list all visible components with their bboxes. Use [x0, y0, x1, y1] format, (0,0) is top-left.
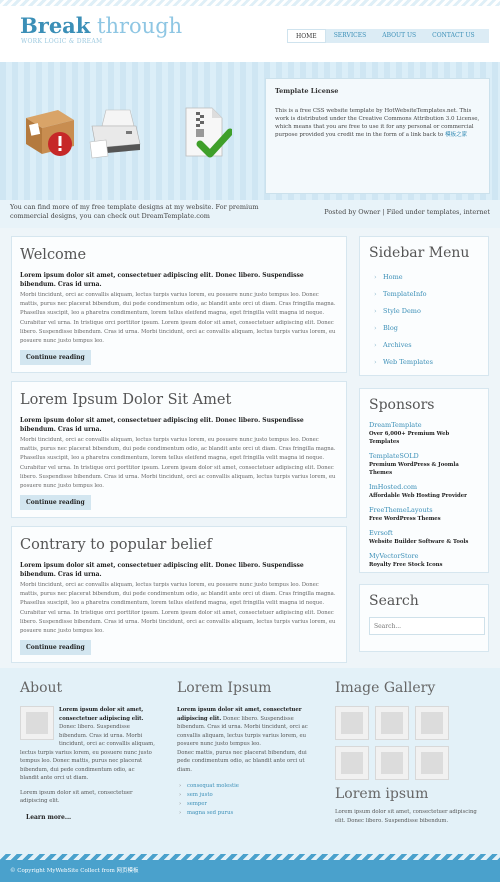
license-text: This is a free CSS website template by H…	[275, 107, 480, 139]
sponsor-link[interactable]: ImHosted.com	[369, 483, 479, 492]
sponsors-box: Sponsors DreamTemplate Over 6,000+ Premi…	[359, 388, 489, 573]
footer: About Lorem ipsum dolor sit amet, consec…	[0, 668, 500, 854]
sponsor-link[interactable]: DreamTemplate	[369, 421, 479, 430]
license-box: Template License This is a free CSS webs…	[265, 78, 490, 194]
banner: Template License This is a free CSS webs…	[0, 62, 500, 200]
footer-links: consequat molestie sem justo semper magn…	[177, 782, 317, 818]
footer-gallery-title: Image Gallery	[335, 680, 436, 696]
sponsor-link[interactable]: FreeThemeLayouts	[369, 506, 479, 515]
post-lead: Lorem ipsum dolor sit amet, consectetuer…	[20, 272, 304, 288]
post-title: Contrary to popular belief	[20, 537, 213, 553]
sponsor-desc: Website Builder Software & Tools	[369, 539, 469, 545]
gallery-thumbnail[interactable]	[415, 746, 449, 780]
sidebar-item-blog[interactable]: Blog	[369, 320, 479, 337]
sidebar-item-style-demo[interactable]: Style Demo	[369, 303, 479, 320]
post-lead: Lorem ipsum dolor sit amet, consectetuer…	[20, 562, 304, 578]
sidebar-item-web-templates[interactable]: Web Templates	[369, 354, 479, 371]
logo-part2: through	[90, 14, 183, 38]
gallery-thumbnail[interactable]	[375, 706, 409, 740]
info-bar: You can find more of my free template de…	[0, 200, 500, 228]
sponsor-desc: Over 6,000+ Premium Web Templates	[369, 431, 450, 445]
zip-file-check-icon	[185, 107, 232, 158]
post-body: Morbi tincidunt, orci ac convallis aliqu…	[20, 582, 336, 635]
logo-part1: Break	[20, 13, 91, 38]
footer-link[interactable]: consequat molestie	[177, 782, 317, 791]
search-box: Search	[359, 584, 489, 652]
gallery-grid	[335, 706, 457, 780]
continue-reading-button[interactable]: Continue reading	[20, 640, 91, 656]
post-body: Morbi tincidunt, orci ac convallis aliqu…	[20, 292, 336, 345]
footer-lorem-text: Lorem ipsum dolor sit amet, consectetuer…	[177, 706, 317, 749]
copyright: © Copyright MyWebSite Collect from 网页模板	[10, 868, 139, 874]
footer-link[interactable]: sem justo	[177, 791, 317, 800]
post-lead: Lorem ipsum dolor sit amet, consectetuer…	[20, 417, 304, 433]
post-title: Lorem Ipsum Dolor Sit Amet	[20, 392, 232, 408]
post-welcome: Welcome Lorem ipsum dolor sit amet, cons…	[11, 236, 347, 373]
learn-more-button[interactable]: Learn more...	[20, 809, 78, 825]
sidebar-item-home[interactable]: Home	[369, 269, 479, 286]
sidebar-item-archives[interactable]: Archives	[369, 337, 479, 354]
continue-reading-button[interactable]: Continue reading	[20, 495, 91, 511]
footer-about-lead: Lorem ipsum dolor sit amet, consectetuer…	[59, 707, 144, 722]
nav-contact-us[interactable]: CONTACT US	[424, 29, 482, 43]
footer-about: About Lorem ipsum dolor sit amet, consec…	[20, 680, 155, 825]
site-logo[interactable]: Break through	[20, 13, 183, 39]
zigzag-border	[0, 854, 500, 860]
sponsor-link[interactable]: MyVectorStore	[369, 552, 479, 561]
sidebar-menu-title: Sidebar Menu	[369, 245, 470, 261]
sidebar-menu: Sidebar Menu Home TemplateInfo Style Dem…	[359, 236, 489, 376]
license-link[interactable]: 模板之家	[445, 132, 467, 138]
footer-lorem-ipsum: Lorem Ipsum Lorem ipsum dolor sit amet, …	[177, 680, 317, 818]
sponsor-link[interactable]: Evrsoft	[369, 529, 479, 538]
footer-about-title: About	[20, 680, 63, 696]
about-thumbnail	[20, 706, 54, 740]
sidebar-item-templateinfo[interactable]: TemplateInfo	[369, 286, 479, 303]
header: Break through WORK LOGIC & DREAM HOME SE…	[0, 0, 500, 62]
sponsor-desc: Free WordPress Themes	[369, 516, 441, 522]
footer-lorem2-text: Lorem ipsum dolor sit amet, consectetuer…	[335, 809, 477, 824]
gallery-thumbnail[interactable]	[335, 746, 369, 780]
post-contrary: Contrary to popular belief Lorem ipsum d…	[11, 526, 347, 663]
search-input[interactable]	[369, 617, 485, 635]
post-lorem-ipsum: Lorem Ipsum Dolor Sit Amet Lorem ipsum d…	[11, 381, 347, 518]
nav-about-us[interactable]: ABOUT US	[374, 29, 424, 43]
sponsor-desc: Affordable Web Hosting Provider	[369, 493, 467, 499]
post-body: Morbi tincidunt, orci ac convallis aliqu…	[20, 437, 336, 490]
footer-about-text2: Lorem ipsum dolor sit amet, consectetuer…	[20, 789, 133, 805]
sponsors-title: Sponsors	[369, 397, 435, 413]
printer-icon	[89, 109, 141, 159]
sponsor-desc: Royalty Free Stock Icons	[369, 562, 443, 568]
post-meta: Posted by Owner | Filed under templates,…	[324, 208, 490, 216]
footer-gallery: Image Gallery Lorem ipsum Lorem ipsum do…	[335, 680, 485, 825]
footer-link[interactable]: magna sed purus	[177, 809, 317, 818]
gallery-thumbnail[interactable]	[335, 706, 369, 740]
sponsor-desc: Premium WordPress & Joomla Themes	[369, 462, 459, 476]
search-title: Search	[369, 593, 419, 609]
gallery-thumbnail[interactable]	[375, 746, 409, 780]
continue-reading-button[interactable]: Continue reading	[20, 350, 91, 366]
footer-lorem-text2: Donec mattis, purus nec placerat bibendu…	[177, 749, 307, 773]
license-title: Template License	[275, 87, 339, 95]
zigzag-border	[0, 0, 500, 6]
archive-box-alert-icon	[26, 110, 74, 156]
footer-lorem2-title: Lorem ipsum	[335, 786, 429, 802]
site-tagline: WORK LOGIC & DREAM	[21, 38, 103, 45]
gallery-thumbnail[interactable]	[415, 706, 449, 740]
top-navigation: HOME SERVICES ABOUT US CONTACT US	[287, 29, 489, 43]
footer-about-text: Lorem ipsum dolor sit amet, consectetuer…	[20, 706, 155, 783]
sponsor-link[interactable]: TemplateSOLD	[369, 452, 479, 461]
footer-link[interactable]: semper	[177, 800, 317, 809]
bottom-bar: © Copyright MyWebSite Collect from 网页模板	[0, 854, 500, 882]
nav-services[interactable]: SERVICES	[326, 29, 375, 43]
post-title: Welcome	[20, 247, 87, 263]
footer-lorem-title: Lorem Ipsum	[177, 680, 272, 696]
nav-home[interactable]: HOME	[287, 29, 326, 43]
info-bar-text: You can find more of my free template de…	[10, 203, 259, 220]
